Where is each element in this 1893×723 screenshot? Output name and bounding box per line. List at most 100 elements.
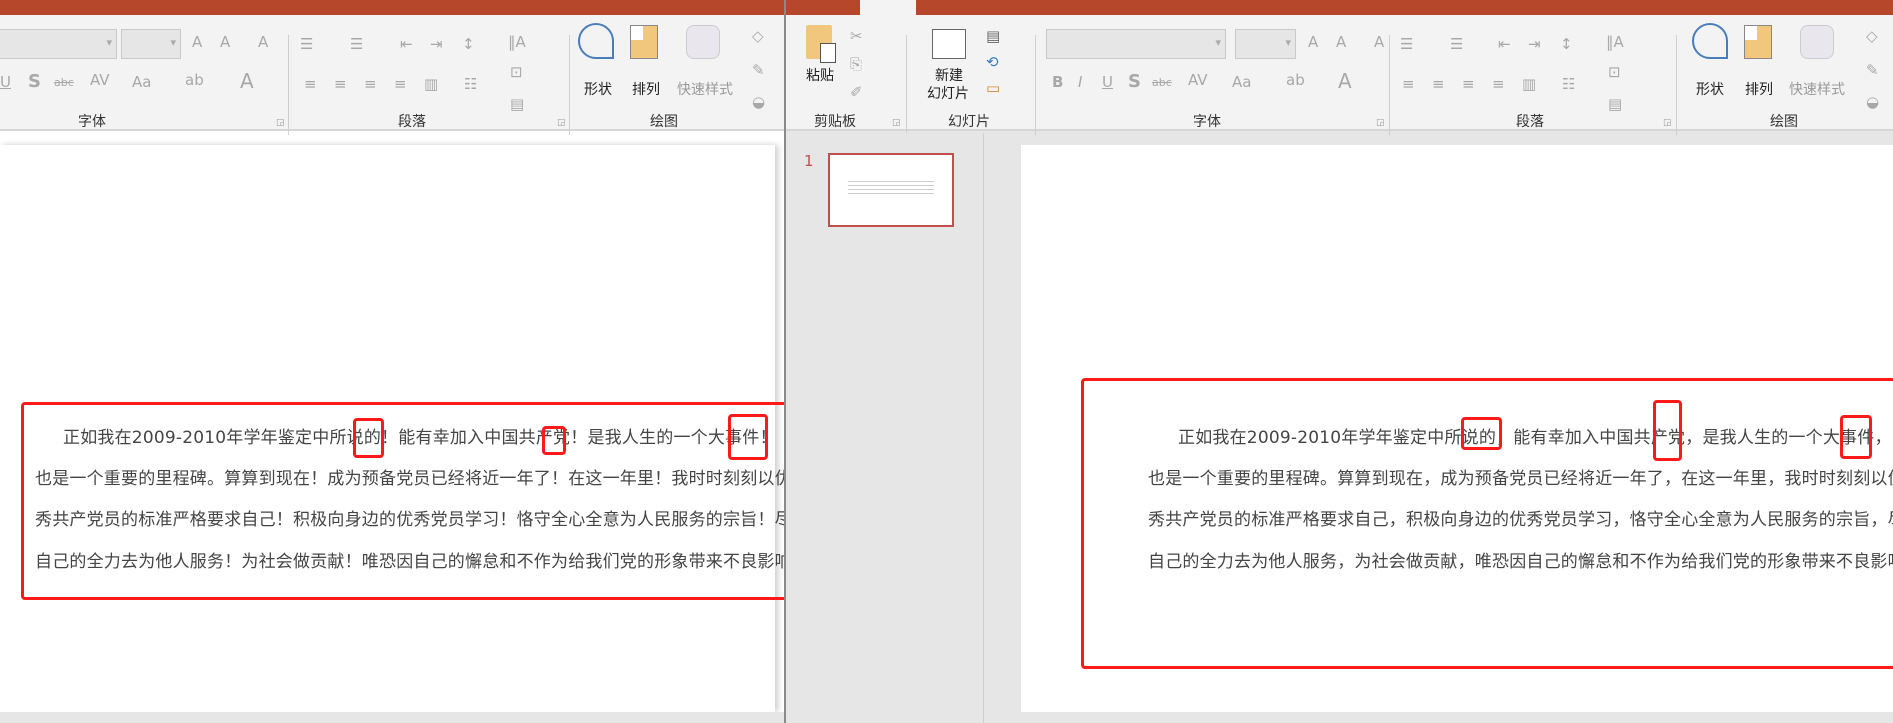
group-label-font: 字体 bbox=[78, 114, 106, 130]
shapes-icon bbox=[1692, 23, 1728, 59]
shape-effects-icon[interactable]: ◒ bbox=[752, 95, 765, 110]
distributed-icon[interactable]: ▥ bbox=[424, 77, 438, 92]
font-name-combo[interactable] bbox=[1046, 29, 1226, 59]
strikethrough-icon[interactable]: abc bbox=[54, 77, 74, 88]
shapes-button[interactable]: 形状 bbox=[578, 79, 618, 99]
shape-effects-icon[interactable]: ◒ bbox=[1866, 95, 1879, 110]
align-right-icon[interactable]: ≡ bbox=[364, 77, 377, 92]
font-name-combo[interactable] bbox=[0, 29, 117, 59]
increase-indent-icon[interactable]: ⇥ bbox=[1528, 37, 1541, 52]
align-center-icon[interactable]: ≡ bbox=[1432, 77, 1445, 92]
italic-icon[interactable]: I bbox=[1078, 75, 1082, 90]
distributed-icon[interactable]: ▥ bbox=[1522, 77, 1536, 92]
separator bbox=[906, 35, 907, 135]
justify-icon[interactable]: ≡ bbox=[394, 77, 407, 92]
underline-icon[interactable]: U bbox=[1102, 75, 1113, 90]
align-right-icon[interactable]: ≡ bbox=[1462, 77, 1475, 92]
paste-button[interactable]: 粘贴 bbox=[800, 65, 840, 85]
font-dialog-launcher[interactable]: ◲ bbox=[1376, 118, 1385, 128]
left-ribbon-tab-bar[interactable] bbox=[0, 0, 785, 15]
left-ribbon: A A A U S abc AV Aa ab A ☰ ☰ ⇤ ⇥ ↕ ‖A ⊡ … bbox=[0, 15, 785, 135]
cut-icon[interactable]: ✂ bbox=[850, 29, 863, 44]
format-painter-icon[interactable]: ✐ bbox=[850, 85, 863, 100]
shape-outline-icon[interactable]: ✎ bbox=[1866, 63, 1879, 78]
shapes-button[interactable]: 形状 bbox=[1690, 79, 1730, 99]
align-text-icon[interactable]: ⊡ bbox=[1608, 65, 1621, 80]
bold-icon[interactable]: B bbox=[1052, 75, 1063, 90]
bullets-icon[interactable]: ☰ bbox=[300, 37, 313, 52]
font-size-combo[interactable] bbox=[1235, 29, 1296, 59]
increase-font-icon[interactable]: A bbox=[1308, 35, 1318, 50]
font-color-icon[interactable]: A bbox=[1338, 71, 1352, 91]
paste-page-icon bbox=[820, 43, 836, 63]
align-center-icon[interactable]: ≡ bbox=[334, 77, 347, 92]
shadow-icon[interactable]: S bbox=[1128, 73, 1141, 91]
text-direction-icon[interactable]: ‖A bbox=[1606, 35, 1624, 50]
align-left-icon[interactable]: ≡ bbox=[304, 77, 317, 92]
shadow-icon[interactable]: S bbox=[28, 73, 41, 91]
quick-styles-button[interactable]: 快速样式 bbox=[1784, 79, 1850, 99]
columns-icon[interactable]: ☷ bbox=[1562, 77, 1575, 92]
copy-icon[interactable]: ⎘ bbox=[850, 57, 862, 72]
shape-fill-icon[interactable]: ◇ bbox=[752, 29, 764, 44]
align-text-icon[interactable]: ⊡ bbox=[510, 65, 523, 80]
thumbnail-text-lines bbox=[848, 181, 934, 195]
highlight-icon[interactable]: ab bbox=[185, 73, 204, 88]
left-window: A A A U S abc AV Aa ab A ☰ ☰ ⇤ ⇥ ↕ ‖A ⊡ … bbox=[0, 0, 820, 723]
new-slide-button-line2[interactable]: 幻灯片 bbox=[920, 83, 976, 103]
decrease-font-icon[interactable]: A bbox=[220, 35, 230, 50]
annotation-box bbox=[1461, 417, 1502, 450]
bullets-icon[interactable]: ☰ bbox=[1400, 37, 1413, 52]
decrease-font-icon[interactable]: A bbox=[1336, 35, 1346, 50]
font-color-icon[interactable]: A bbox=[240, 71, 254, 91]
char-spacing-icon[interactable]: AV bbox=[1188, 73, 1208, 88]
strikethrough-icon[interactable]: abc bbox=[1152, 77, 1172, 88]
justify-icon[interactable]: ≡ bbox=[1492, 77, 1505, 92]
line-spacing-icon[interactable]: ↕ bbox=[462, 37, 475, 52]
new-slide-icon bbox=[932, 29, 966, 59]
quick-styles-button[interactable]: 快速样式 bbox=[672, 79, 738, 99]
arrange-icon bbox=[630, 25, 658, 59]
numbering-icon[interactable]: ☰ bbox=[350, 37, 363, 52]
increase-font-icon[interactable]: A bbox=[192, 35, 202, 50]
separator bbox=[1035, 35, 1036, 135]
line-spacing-icon[interactable]: ↕ bbox=[1560, 37, 1573, 52]
decrease-indent-icon[interactable]: ⇤ bbox=[1498, 37, 1511, 52]
highlight-icon[interactable]: ab bbox=[1286, 73, 1305, 88]
text-direction-icon[interactable]: ‖A bbox=[508, 35, 526, 50]
font-dialog-launcher[interactable]: ◲ bbox=[276, 118, 285, 128]
smartart-icon[interactable]: ▤ bbox=[510, 97, 524, 112]
paragraph-dialog-launcher[interactable]: ◲ bbox=[557, 118, 566, 128]
group-label-paragraph: 段落 bbox=[1516, 114, 1544, 130]
decrease-indent-icon[interactable]: ⇤ bbox=[400, 37, 413, 52]
numbering-icon[interactable]: ☰ bbox=[1450, 37, 1463, 52]
arrange-button[interactable]: 排列 bbox=[1739, 79, 1779, 99]
shape-outline-icon[interactable]: ✎ bbox=[752, 63, 765, 78]
separator bbox=[1676, 35, 1677, 135]
clear-format-icon[interactable]: A bbox=[1374, 35, 1384, 50]
shape-fill-icon[interactable]: ◇ bbox=[1866, 29, 1878, 44]
new-slide-button-line1[interactable]: 新建 bbox=[926, 65, 972, 85]
align-left-icon[interactable]: ≡ bbox=[1402, 77, 1415, 92]
font-size-combo[interactable] bbox=[121, 29, 181, 59]
underline-icon[interactable]: U bbox=[0, 75, 11, 90]
layout-icon[interactable]: ▤ bbox=[986, 29, 1000, 44]
paragraph-dialog-launcher[interactable]: ◲ bbox=[1663, 118, 1672, 128]
char-spacing-icon[interactable]: AV bbox=[90, 73, 110, 88]
slide-thumbnail[interactable] bbox=[828, 153, 954, 227]
columns-icon[interactable]: ☷ bbox=[464, 77, 477, 92]
section-icon[interactable]: ▭ bbox=[986, 81, 1000, 96]
right-window: 粘贴 ✂ ⎘ ✐ 新建 幻灯片 ▤ ⟲ ▭ A A A B I U S abc … bbox=[786, 0, 1893, 723]
change-case-icon[interactable]: Aa bbox=[132, 75, 151, 90]
clear-format-icon[interactable]: A bbox=[258, 35, 268, 50]
right-ribbon-tab-bar[interactable] bbox=[786, 0, 1893, 15]
increase-indent-icon[interactable]: ⇥ bbox=[430, 37, 443, 52]
arrange-button[interactable]: 排列 bbox=[626, 79, 666, 99]
change-case-icon[interactable]: Aa bbox=[1232, 75, 1251, 90]
separator bbox=[1389, 35, 1390, 135]
tab-home-active[interactable] bbox=[860, 0, 916, 15]
arrange-icon bbox=[1744, 25, 1772, 59]
clipboard-dialog-launcher[interactable]: ◲ bbox=[892, 118, 901, 128]
smartart-icon[interactable]: ▤ bbox=[1608, 97, 1622, 112]
reset-icon[interactable]: ⟲ bbox=[986, 55, 999, 70]
